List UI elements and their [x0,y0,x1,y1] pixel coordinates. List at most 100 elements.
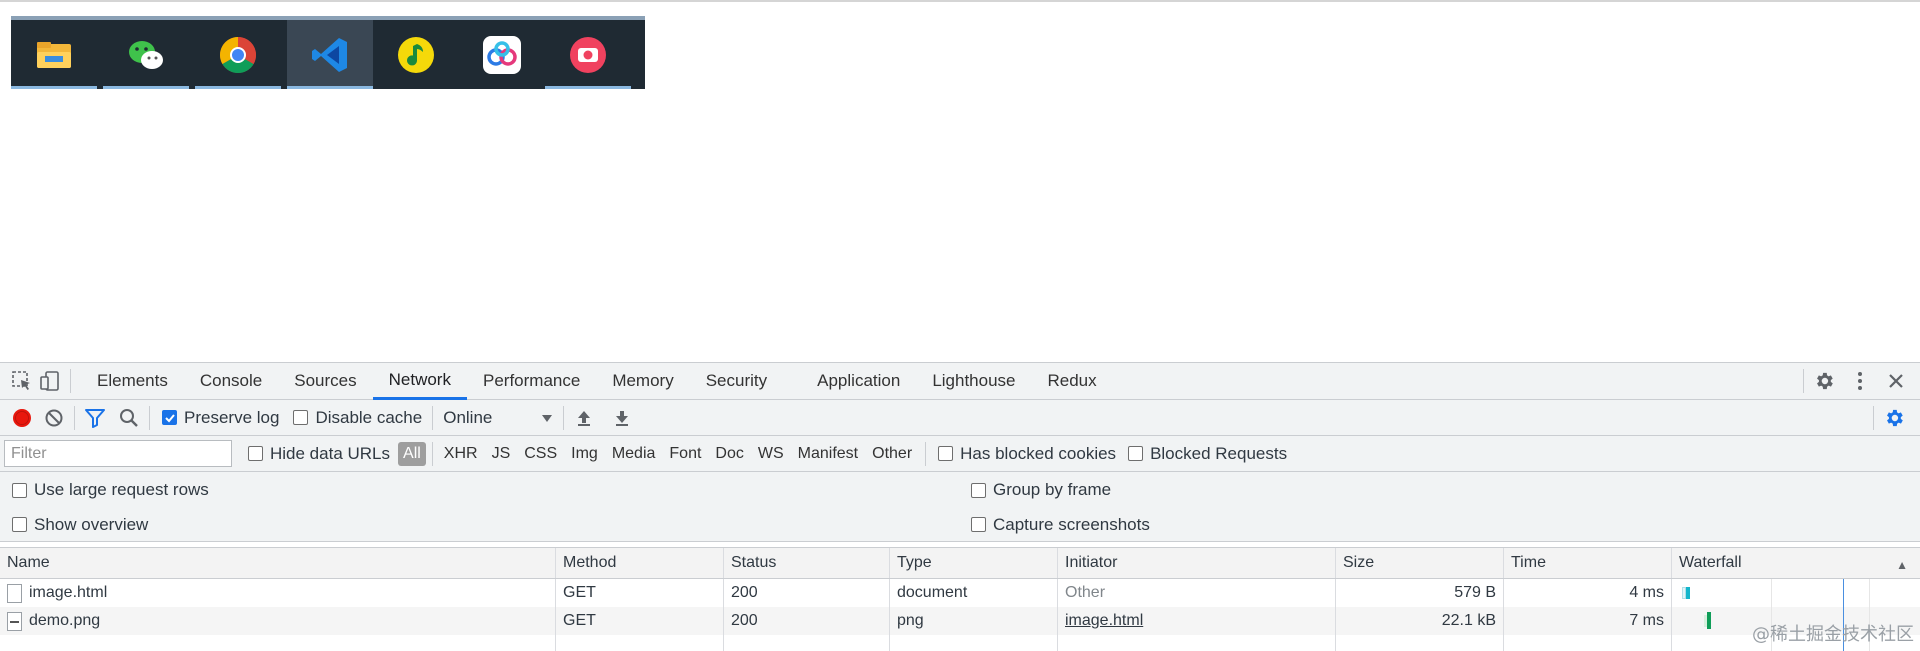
checkbox-checked[interactable] [162,410,177,425]
initiator-link[interactable]: image.html [1065,612,1143,630]
filter-type-ws[interactable]: WS [753,442,789,466]
column-header-waterfall[interactable]: Waterfall ▲ [1672,548,1920,578]
devtools-panel: Elements Console Sources Network Performance… [0,362,1920,651]
record-button[interactable] [8,404,36,432]
request-name-cell[interactable]: image.html [0,579,556,607]
tab-network[interactable]: Network [372,362,467,400]
chrome-icon [219,36,257,73]
capture-screenshots-label: Capture screenshots [993,514,1150,534]
divider [925,441,927,466]
more-options-button[interactable] [1846,367,1874,395]
close-icon [1889,374,1903,388]
filter-type-font[interactable]: Font [664,442,706,466]
checkmark-icon [164,413,175,422]
tab-elements[interactable]: Elements [81,363,184,400]
tab-security[interactable]: Security [690,363,783,400]
column-header-type[interactable]: Type [890,548,1058,578]
tab-sources[interactable]: Sources [278,363,372,400]
request-initiator[interactable]: image.html [1058,607,1336,635]
gear-icon [1887,409,1903,426]
cloud-icon [483,35,521,74]
throttling-value: Online [443,407,493,427]
tab-lighthouse[interactable]: Lighthouse [916,363,1031,400]
request-time: 4 ms [1504,579,1672,607]
request-size: 22.1 kB [1336,607,1504,635]
checkbox-unchecked[interactable] [971,482,986,498]
divider [74,405,75,430]
checkbox-unchecked[interactable] [12,482,27,498]
checkbox-unchecked[interactable] [938,446,954,461]
group-by-frame-checkbox[interactable]: Group by frame [971,480,1111,500]
capture-screenshots-checkbox[interactable]: Capture screenshots [971,515,1150,535]
watermark-text: @稀土掘金技术社区 [1752,624,1914,645]
divider [1803,369,1804,393]
column-header-status[interactable]: Status [724,548,890,578]
requests-table: Name Method Status Type Initiator Size T… [0,547,1920,651]
filter-funnel-icon [85,408,105,428]
has-blocked-cookies-checkbox[interactable]: Has blocked cookies [938,444,1116,464]
large-rows-checkbox[interactable]: Use large request rows [12,480,209,500]
table-row[interactable]: demo.png GET 200 png image.html 22.1 kB … [0,607,1920,635]
show-overview-checkbox[interactable]: Show overview [12,515,148,535]
camera-icon [570,36,606,73]
waterfall-download-bar [1686,587,1690,599]
request-name-cell[interactable]: demo.png [0,607,556,635]
column-header-name[interactable]: Name [0,548,556,578]
image-file-icon [7,611,22,631]
vscode-icon [312,37,347,72]
taskbar-app-file-explorer [11,20,97,89]
record-icon [13,408,31,427]
filter-type-xhr[interactable]: XHR [439,442,483,466]
network-settings-button[interactable] [1880,404,1908,432]
request-time: 7 ms [1504,607,1672,635]
throttling-select[interactable]: Online [443,408,553,428]
clear-button[interactable] [40,404,68,432]
filter-type-js[interactable]: JS [487,442,516,466]
checkbox-unchecked[interactable] [293,410,309,425]
filter-type-doc[interactable]: Doc [710,442,748,466]
column-header-time[interactable]: Time [1504,548,1672,578]
hide-data-urls-checkbox[interactable]: Hide data URLs [248,444,390,464]
import-har-button[interactable] [570,404,598,432]
divider [563,405,565,430]
tab-console[interactable]: Console [184,363,278,400]
large-rows-label: Use large request rows [34,480,209,499]
filter-type-img[interactable]: Img [566,442,603,466]
settings-button[interactable] [1810,367,1838,395]
checkbox-unchecked[interactable] [248,446,263,461]
preserve-log-checkbox[interactable]: Preserve log [162,408,279,428]
gear-icon [1817,372,1833,390]
checkbox-unchecked[interactable] [12,517,27,532]
waterfall-download-bar [1707,612,1711,629]
request-name: demo.png [29,612,101,629]
close-devtools-button[interactable] [1882,367,1910,395]
checkbox-unchecked[interactable] [971,517,986,532]
document-file-icon [7,583,22,603]
device-icon [40,371,59,391]
filter-type-other[interactable]: Other [867,442,917,466]
tab-memory[interactable]: Memory [596,363,689,400]
filter-type-manifest[interactable]: Manifest [793,442,863,466]
filter-toggle-button[interactable] [81,404,109,432]
checkbox-unchecked[interactable] [1128,446,1144,461]
tab-application[interactable]: Application [801,363,916,400]
download-icon [616,410,629,426]
inspect-element-button[interactable] [8,367,36,395]
tab-redux[interactable]: Redux [1032,363,1113,400]
column-header-method[interactable]: Method [556,548,724,578]
device-toolbar-button[interactable] [36,367,64,395]
request-initiator: Other [1058,579,1336,607]
column-header-size[interactable]: Size [1336,548,1504,578]
filter-type-media[interactable]: Media [607,442,661,466]
filter-type-all[interactable]: All [398,441,426,466]
has-blocked-cookies-label: Has blocked cookies [960,443,1117,463]
tab-performance[interactable]: Performance [467,363,596,400]
filter-input[interactable] [4,440,232,467]
table-row[interactable]: image.html GET 200 document Other 579 B … [0,579,1920,607]
disable-cache-checkbox[interactable]: Disable cache [293,408,422,428]
blocked-requests-checkbox[interactable]: Blocked Requests [1128,444,1287,464]
filter-type-css[interactable]: CSS [519,442,562,466]
search-button[interactable] [115,404,143,432]
export-har-button[interactable] [608,404,636,432]
column-header-initiator[interactable]: Initiator [1058,548,1336,578]
